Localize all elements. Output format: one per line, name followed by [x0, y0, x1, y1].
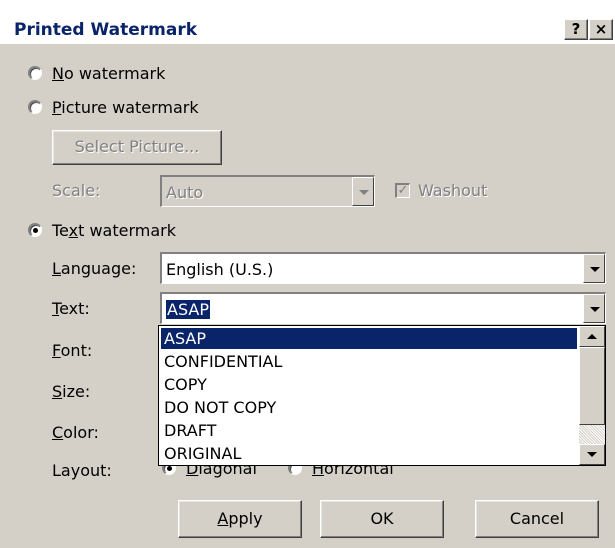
- arrow-down-icon: [587, 452, 597, 457]
- list-item[interactable]: DRAFT: [161, 420, 577, 441]
- chevron-down-icon: [590, 306, 600, 312]
- list-item[interactable]: ASAP: [161, 328, 577, 349]
- scroll-thumb[interactable]: [579, 347, 605, 425]
- close-icon: ×: [594, 20, 608, 38]
- cancel-label: Cancel: [509, 509, 565, 528]
- text-dropdown-list[interactable]: ASAP CONFIDENTIAL COPY DO NOT COPY DRAFT…: [158, 325, 606, 466]
- apply-button[interactable]: Apply: [178, 500, 302, 538]
- language-label: Language:: [52, 259, 137, 278]
- scale-dropdown-arrow[interactable]: [352, 177, 374, 206]
- close-button[interactable]: ×: [589, 19, 613, 40]
- arrow-up-icon: [587, 334, 597, 339]
- cancel-button[interactable]: Cancel: [475, 500, 599, 538]
- chevron-down-icon: [590, 266, 600, 272]
- list-item[interactable]: ORIGINAL: [161, 443, 577, 464]
- help-button[interactable]: ?: [564, 19, 588, 40]
- check-icon: ✓: [397, 183, 409, 198]
- ok-button[interactable]: OK: [320, 500, 444, 538]
- size-label: Size:: [52, 382, 91, 401]
- dropdown-scrollbar[interactable]: [579, 326, 605, 465]
- scroll-up-button[interactable]: [579, 326, 605, 347]
- list-item[interactable]: COPY: [161, 374, 577, 395]
- layout-label: Layout:: [52, 461, 112, 480]
- text-label: Text:: [52, 299, 90, 318]
- radio-dot-icon: [167, 466, 172, 471]
- text-dropdown-arrow[interactable]: [583, 294, 605, 323]
- dialog-title: Printed Watermark: [14, 20, 198, 40]
- scale-value: Auto: [166, 183, 204, 202]
- text-watermark-label[interactable]: Text watermark: [52, 221, 176, 240]
- text-watermark-radio[interactable]: [28, 223, 42, 237]
- scale-combo[interactable]: Auto: [160, 175, 375, 207]
- language-dropdown-arrow[interactable]: [583, 254, 605, 283]
- color-label: Color:: [52, 423, 99, 442]
- picture-watermark-radio[interactable]: [28, 100, 42, 114]
- washout-label: Washout: [418, 181, 488, 200]
- picture-watermark-label[interactable]: Picture watermark: [52, 98, 199, 117]
- scroll-down-button[interactable]: [579, 444, 605, 465]
- text-value[interactable]: ASAP: [166, 300, 210, 319]
- help-icon: ?: [571, 20, 581, 38]
- no-watermark-radio[interactable]: [28, 66, 42, 80]
- title-bar: Printed Watermark ? ×: [0, 0, 615, 44]
- list-item[interactable]: CONFIDENTIAL: [161, 351, 577, 372]
- language-combo[interactable]: English (U.S.): [160, 252, 606, 284]
- scale-label: Scale:: [52, 181, 101, 200]
- language-value: English (U.S.): [166, 260, 274, 279]
- radio-dot-icon: [33, 228, 38, 233]
- washout-checkbox[interactable]: ✓: [395, 183, 410, 198]
- select-picture-label: Select Picture...: [74, 137, 200, 156]
- ok-label: OK: [370, 509, 394, 528]
- font-label: Font:: [52, 341, 93, 360]
- select-picture-button[interactable]: Select Picture...: [52, 130, 222, 165]
- chevron-down-icon: [359, 189, 369, 195]
- no-watermark-label[interactable]: No watermark: [52, 64, 165, 83]
- list-item[interactable]: DO NOT COPY: [161, 397, 577, 418]
- text-combo[interactable]: ASAP: [160, 292, 606, 324]
